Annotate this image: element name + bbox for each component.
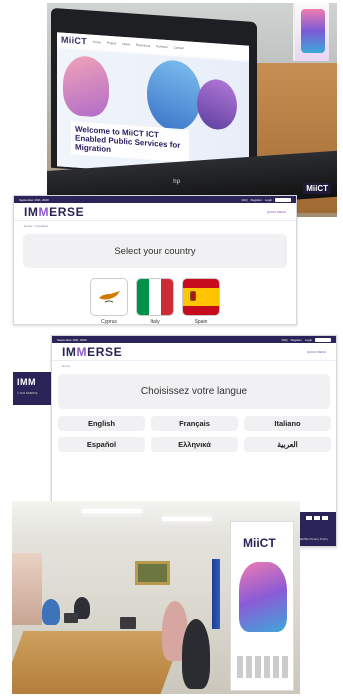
meeting-table	[12, 631, 184, 694]
cyprus-flag-icon[interactable]	[90, 278, 128, 316]
top-bar: September 16th, 2020 FAQ Register Login …	[52, 336, 336, 343]
country-footer: IMM © 2020 IMMERSE	[13, 372, 52, 405]
country-card-spain[interactable]: Spain	[181, 278, 221, 325]
corner-logo: MiiCT	[303, 183, 331, 194]
faq-link[interactable]: FAQ	[282, 338, 288, 342]
nav-link: Contact	[173, 45, 184, 51]
quick-menu-button[interactable]: QUICK MENU	[307, 350, 326, 354]
rollup-logo: MiiCT	[243, 536, 276, 550]
immerse-logo[interactable]: IMMERSE	[24, 205, 84, 219]
nav-link: Project	[107, 40, 117, 46]
language-list: English Français Italiano Español Ελληνι…	[58, 416, 331, 452]
breadcrumb[interactable]: Home > Countries	[14, 221, 296, 231]
language-select[interactable]: English	[315, 337, 331, 342]
head-silhouette-icon	[63, 54, 109, 118]
wall-banner	[293, 3, 329, 61]
language-button-spanish[interactable]: Español	[58, 437, 145, 452]
language-button-italian[interactable]: Italiano	[244, 416, 331, 431]
breadcrumb[interactable]: Home	[52, 361, 336, 371]
country-card-cyprus[interactable]: Cyprus	[89, 278, 129, 325]
nav-link: News	[122, 41, 130, 47]
spain-flag-icon[interactable]	[182, 278, 220, 316]
language-button-greek[interactable]: Ελληνικά	[151, 437, 238, 452]
chair	[182, 619, 210, 689]
faq-link[interactable]: FAQ	[242, 198, 248, 202]
footer-copyright: © 2020 IMMERSE	[17, 392, 38, 395]
date-text: September 16th, 2020	[19, 197, 49, 202]
immerse-logo[interactable]: IMMERSE	[62, 345, 122, 359]
ceiling-light	[82, 509, 142, 513]
office-photo: MiiCT	[12, 501, 300, 694]
laptop-photo: MiiCT Home Project News Resources Partne…	[47, 3, 337, 217]
nav-link: Home	[93, 39, 102, 45]
date-text: September 16th, 2020	[57, 337, 87, 342]
language-select[interactable]: English	[275, 197, 291, 202]
country-card-italy[interactable]: Italy	[135, 278, 175, 325]
wall-painting	[135, 561, 170, 585]
flag	[212, 559, 220, 629]
register-link[interactable]: Register	[291, 338, 302, 342]
quick-menu-button[interactable]: QUICK MENU	[267, 210, 286, 214]
register-link[interactable]: Register	[251, 198, 262, 202]
rollup-banner: MiiCT	[230, 521, 294, 691]
country-screen: September 16th, 2020 FAQ Register Login …	[13, 195, 297, 325]
page-title: Select your country	[23, 234, 287, 268]
country-label: Cyprus	[101, 319, 117, 325]
footer-store-badges	[306, 516, 328, 520]
language-button-french[interactable]: Français	[151, 416, 238, 431]
login-link[interactable]: Login	[305, 338, 312, 342]
laptop-screen: MiiCT Home Project News Resources Partne…	[57, 32, 249, 180]
top-bar: September 16th, 2020 FAQ Register Login …	[14, 196, 296, 203]
partner-logos	[237, 656, 289, 678]
person	[42, 599, 60, 625]
footer-logo: IMM	[17, 377, 36, 387]
head-silhouette-icon	[147, 58, 201, 133]
ceiling-light	[162, 517, 212, 521]
italy-flag-icon[interactable]	[136, 278, 174, 316]
login-link[interactable]: Login	[265, 198, 272, 202]
header: IMMERSE QUICK MENU	[14, 203, 296, 221]
language-button-english[interactable]: English	[58, 416, 145, 431]
header: IMMERSE QUICK MENU	[52, 343, 336, 361]
site-logo: MiiCT	[61, 34, 87, 47]
country-label: Italy	[150, 319, 160, 325]
head-silhouette-icon	[239, 562, 287, 632]
laptop	[64, 613, 78, 623]
language-button-arabic[interactable]: العربية	[244, 437, 331, 452]
nav-link: Resources	[135, 42, 151, 48]
nav-link: Partners	[156, 44, 168, 50]
laptop	[120, 617, 136, 629]
country-list: Cyprus Italy Spain	[14, 278, 296, 325]
head-silhouette-icon	[197, 78, 237, 131]
hp-logo-icon: hp	[173, 179, 181, 185]
hero-title: Welcome to MiiCT ICT Enabled Public Serv…	[71, 121, 189, 163]
page-title: Choisissez votre langue	[58, 374, 330, 409]
country-label: Spain	[194, 319, 208, 325]
window-curtain	[12, 553, 42, 625]
